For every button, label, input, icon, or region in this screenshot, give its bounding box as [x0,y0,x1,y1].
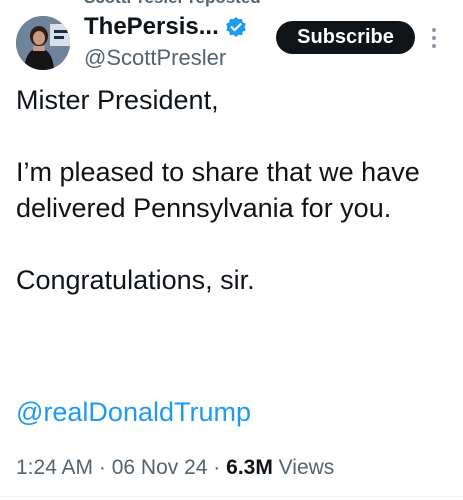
more-vertical-icon[interactable] [430,24,438,52]
subscribe-button[interactable]: Subscribe [276,21,415,54]
views-count[interactable]: 6.3M [226,456,273,479]
post-paragraph: I’m pleased to share that we have delive… [16,157,420,223]
post-paragraph: Congratulations, sir. [16,265,255,295]
author-handle[interactable]: @ScottPresler [84,45,226,71]
post-text: Mister President, I’m pleased to share t… [16,82,446,298]
author-name-row: ThePersis... [84,13,247,41]
verified-badge-icon[interactable] [225,16,247,38]
post-header: ThePersis... @ScottPresler Subscribe [0,0,463,80]
post-metadata: 1:24 AM · 06 Nov 24 · 6.3M Views [16,456,334,480]
post-date[interactable]: 06 Nov 24 [112,456,208,479]
profile-photo-icon [16,16,70,70]
views-label: Views [272,456,335,479]
post-paragraph: Mister President, [16,85,219,115]
mention-link[interactable]: @realDonaldTrump [16,397,251,428]
meta-separator: · [207,456,227,479]
author-avatar[interactable] [16,16,70,70]
divider [0,496,463,497]
meta-separator: · [93,456,112,479]
post-time[interactable]: 1:24 AM [16,456,93,479]
author-display-name[interactable]: ThePersis... [84,13,219,41]
